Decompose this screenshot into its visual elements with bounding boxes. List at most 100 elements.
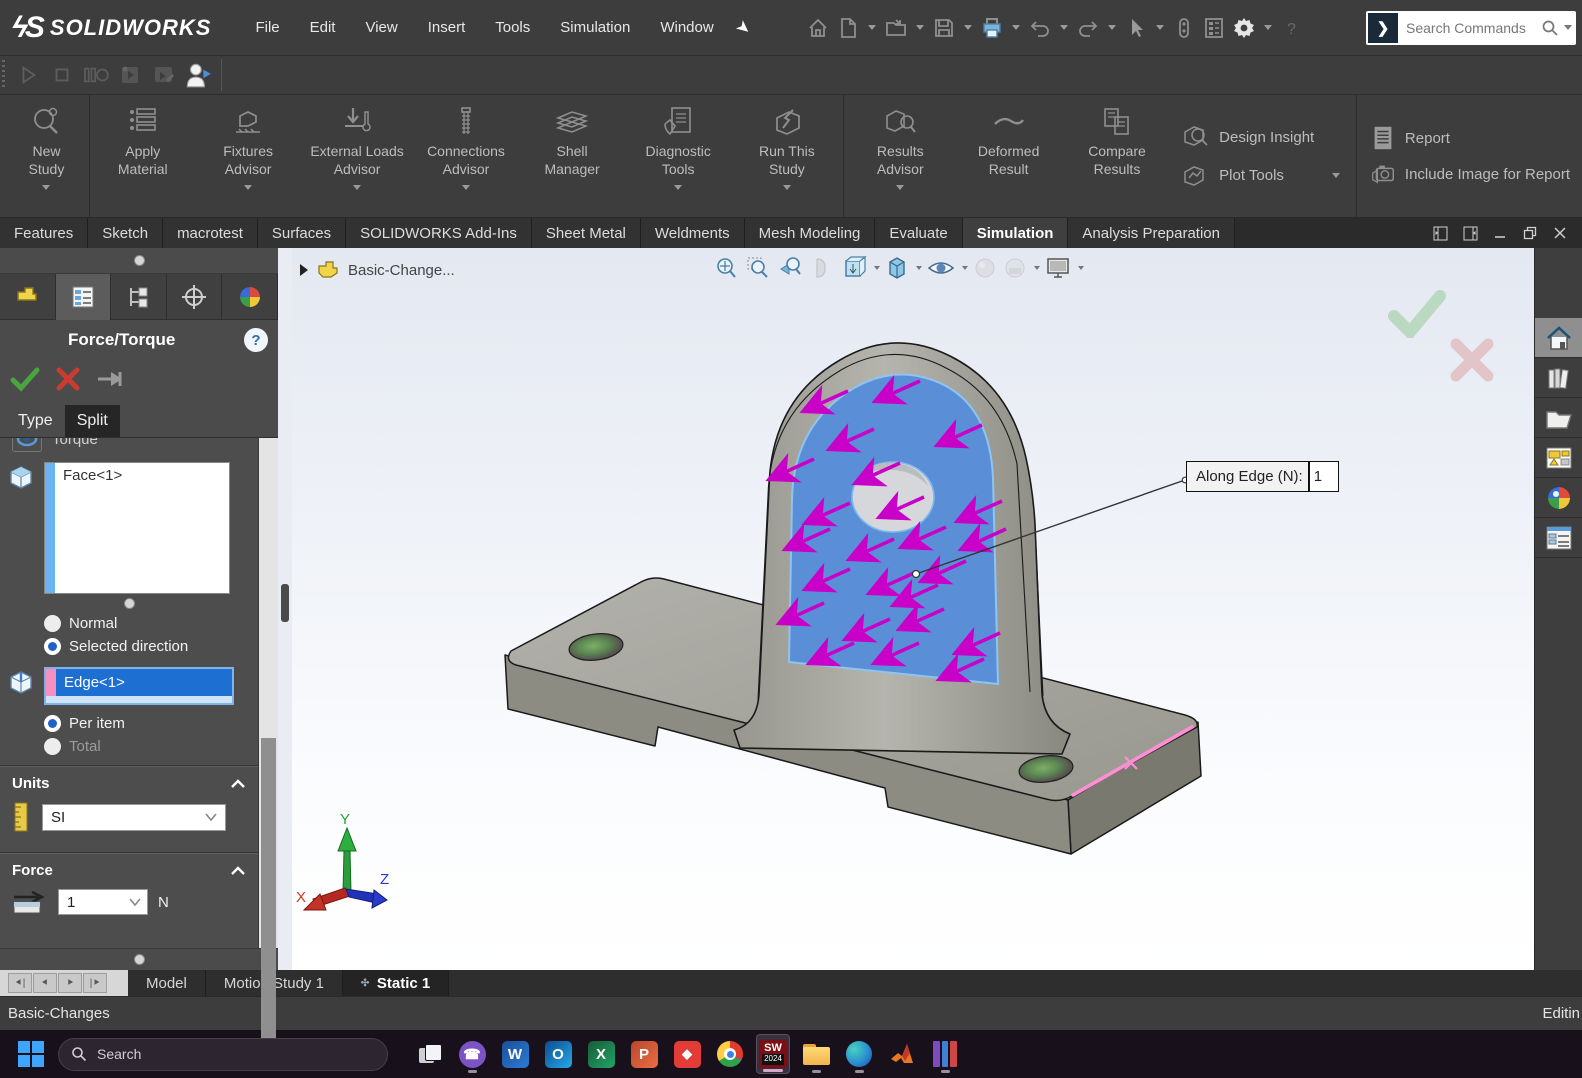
custom-properties-tab[interactable]	[1535, 518, 1582, 558]
quickshare-app[interactable]: ◆	[670, 1034, 704, 1074]
section-view-icon[interactable]	[808, 253, 836, 283]
tab-evaluate[interactable]: Evaluate	[875, 218, 962, 248]
display-style-icon[interactable]	[884, 253, 910, 283]
selected-direction-option[interactable]: Selected direction	[0, 632, 258, 655]
next-tab-button[interactable]: ⯈	[58, 973, 82, 993]
split-tab[interactable]: Split	[65, 405, 120, 437]
cancel-button[interactable]	[56, 367, 80, 391]
fixtures-advisor-button[interactable]: Fixtures Advisor	[194, 95, 303, 217]
apply-scene-icon[interactable]	[1002, 254, 1028, 282]
tab-analysis-preparation[interactable]: Analysis Preparation	[1068, 218, 1235, 248]
total-option[interactable]: Total	[0, 732, 258, 755]
search-input[interactable]: Search Commands	[1400, 20, 1540, 36]
minimize-button[interactable]	[1492, 225, 1508, 241]
tab-weldments[interactable]: Weldments	[641, 218, 745, 248]
total-radio[interactable]	[44, 738, 61, 755]
force-value-input[interactable]: 1	[58, 889, 148, 915]
fixtures-advisor-flyout[interactable]	[244, 185, 252, 190]
splitter-grip[interactable]	[281, 584, 289, 622]
open-button[interactable]	[882, 13, 910, 43]
confirmation-ok-watermark[interactable]	[1388, 290, 1446, 338]
propertymanager-tab[interactable]	[56, 274, 112, 320]
appearances-scenes-tab[interactable]	[1535, 478, 1582, 518]
pane-left-icon[interactable]	[1432, 225, 1448, 241]
panel-splitter[interactable]	[278, 248, 292, 970]
connections-advisor-button[interactable]: Connections Advisor	[412, 95, 521, 217]
chrome-app[interactable]	[713, 1034, 747, 1074]
hide-show-caret[interactable]	[962, 266, 968, 270]
document-name[interactable]: Basic-Change...	[348, 262, 455, 279]
first-tab-button[interactable]: ⯇|	[8, 973, 32, 993]
new-document-button[interactable]	[834, 13, 862, 43]
file-explorer-tab[interactable]	[1535, 398, 1582, 438]
static-study-tab[interactable]: ✣Static 1	[343, 970, 449, 996]
options-list-icon[interactable]	[1200, 13, 1228, 43]
unit-system-select[interactable]: SI	[42, 804, 226, 831]
menu-insert[interactable]: Insert	[428, 19, 466, 36]
per-item-option[interactable]: Per item	[0, 705, 258, 732]
print-caret[interactable]	[1012, 25, 1020, 30]
zoom-to-fit-icon[interactable]	[712, 253, 740, 283]
run-this-study-button[interactable]: Run This Study	[733, 95, 841, 217]
help-button[interactable]: ?	[244, 328, 268, 352]
apply-material-button[interactable]: Apply Material	[92, 95, 194, 217]
scrollbar-thumb[interactable]	[261, 738, 276, 1038]
tab-solidworks-add-ins[interactable]: SOLIDWORKS Add-Ins	[346, 218, 532, 248]
matlab-app[interactable]	[885, 1034, 919, 1074]
excel-app[interactable]: X	[584, 1034, 618, 1074]
search-icon[interactable]	[1540, 18, 1560, 38]
close-button[interactable]	[1552, 225, 1568, 241]
external-loads-advisor-button[interactable]: External Loads Advisor	[303, 95, 412, 217]
torque-option-clipped[interactable]: Torque	[0, 438, 258, 454]
mouse-gestures-icon[interactable]	[1170, 13, 1198, 43]
ok-button[interactable]	[10, 366, 40, 392]
solidworks-app[interactable]: SW2024	[756, 1034, 790, 1074]
view-settings-icon[interactable]	[1044, 254, 1072, 282]
search-caret[interactable]	[1564, 25, 1572, 30]
dimxpertmanager-tab[interactable]	[167, 274, 223, 320]
user-login-icon[interactable]	[181, 60, 215, 90]
diagnostic-tools-button[interactable]: Diagnostic Tools	[624, 95, 733, 217]
normal-radio[interactable]	[44, 615, 61, 632]
tab-simulation[interactable]: Simulation	[963, 218, 1069, 248]
outlook-app[interactable]: O	[541, 1034, 575, 1074]
select-caret[interactable]	[1156, 25, 1164, 30]
results-advisor-button[interactable]: Results Advisor	[846, 95, 954, 217]
new-study-button[interactable]: New Study	[6, 95, 87, 217]
command-search[interactable]: ❯ Search Commands	[1366, 11, 1576, 45]
tab-sheet-metal[interactable]: Sheet Metal	[532, 218, 641, 248]
compare-results-button[interactable]: Compare Results	[1063, 95, 1171, 217]
model-tab[interactable]: Model	[128, 970, 206, 996]
menu-file[interactable]: File	[255, 19, 279, 36]
pin-menu-icon[interactable]: ➤	[731, 15, 755, 39]
callout-value-input[interactable]: 1	[1308, 462, 1338, 491]
collapse-chevron-icon[interactable]	[230, 866, 246, 875]
include-image-for-report-button[interactable]: Include Image for Report	[1369, 160, 1570, 188]
save-caret[interactable]	[964, 25, 972, 30]
confirmation-cancel-watermark[interactable]	[1450, 338, 1494, 382]
settings-caret[interactable]	[1264, 25, 1272, 30]
task-view-button[interactable]	[412, 1034, 446, 1074]
edge-app[interactable]	[842, 1034, 876, 1074]
units-section-header[interactable]: Units	[0, 767, 258, 796]
tab-sketch[interactable]: Sketch	[88, 218, 163, 248]
powerpoint-app[interactable]: P	[627, 1034, 661, 1074]
collapse-chevron-icon[interactable]	[230, 779, 246, 788]
edit-appearance-icon[interactable]	[972, 254, 998, 282]
redo-button[interactable]	[1074, 13, 1102, 43]
display-style-caret[interactable]	[916, 266, 922, 270]
settings-gear-icon[interactable]	[1230, 13, 1258, 43]
flyout-tree-expander[interactable]	[300, 264, 308, 276]
panel-drag-handle[interactable]	[134, 255, 145, 266]
menu-tools[interactable]: Tools	[495, 19, 530, 36]
featuremanager-tree-tab[interactable]	[0, 274, 56, 320]
configurationmanager-tab[interactable]	[111, 274, 167, 320]
restore-button[interactable]	[1522, 225, 1538, 241]
diagnostic-tools-flyout[interactable]	[674, 185, 682, 190]
view-orientation-caret[interactable]	[874, 266, 880, 270]
open-caret[interactable]	[916, 25, 924, 30]
last-tab-button[interactable]: |⯈	[83, 973, 107, 993]
help-icon[interactable]: ?	[1278, 13, 1306, 43]
pane-right-icon[interactable]	[1462, 225, 1478, 241]
file-explorer-app[interactable]	[799, 1034, 833, 1074]
